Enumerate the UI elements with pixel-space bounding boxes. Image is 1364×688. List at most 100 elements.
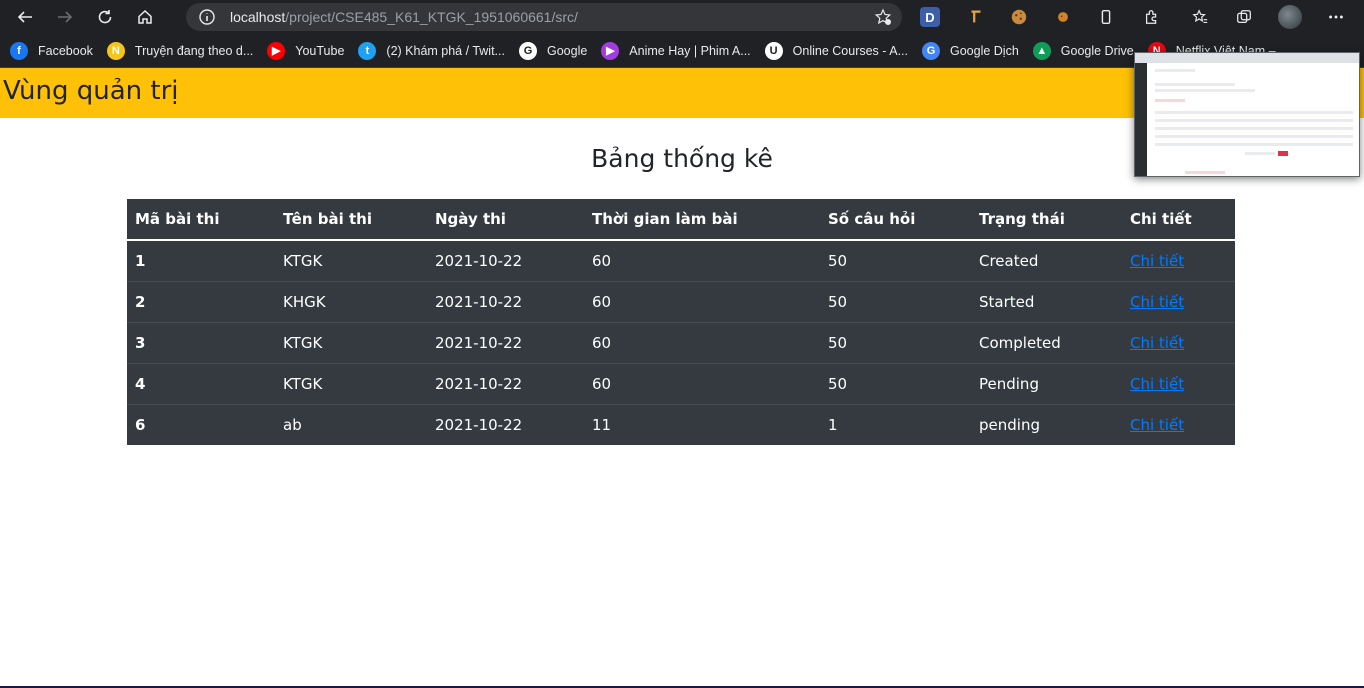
preview-sidebar [1135, 63, 1147, 176]
bookmark-label: Google Dịch [949, 43, 1019, 58]
back-button[interactable] [10, 2, 40, 32]
forward-button[interactable] [50, 2, 80, 32]
home-button[interactable] [130, 2, 160, 32]
extensions-puzzle-icon[interactable] [1142, 7, 1162, 27]
exam-date-cell: 2021-10-22 [427, 321, 584, 363]
bookmark-label: Google [546, 43, 588, 58]
bookmark-label: Facebook [38, 43, 93, 58]
profile-avatar[interactable] [1278, 5, 1302, 29]
preview-line [1155, 143, 1353, 146]
table-row: 1 KTGK 2021-10-22 60 50 Created Chi tiết [127, 240, 1235, 281]
detail-link[interactable]: Chi tiết [1130, 375, 1184, 393]
exam-date-cell: 2021-10-22 [427, 403, 584, 445]
google-drive-icon: ▲ [1032, 41, 1051, 60]
status-cell: pending [971, 403, 1122, 445]
twitter-icon: t [358, 41, 377, 60]
bookmark-item[interactable]: ▲ Google Drive [1032, 38, 1134, 64]
exam-id-cell: 2 [127, 280, 275, 322]
favorites-icon[interactable] [1190, 7, 1210, 27]
google-icon: G [518, 41, 537, 60]
detail-link[interactable]: Chi tiết [1130, 293, 1184, 311]
arrow-right-icon [58, 11, 73, 23]
detail-cell: Chi tiết [1122, 403, 1235, 445]
question-count-cell: 50 [820, 321, 971, 363]
exam-name-cell: KTGK [275, 321, 427, 363]
bookmark-item[interactable]: G Google [518, 38, 588, 64]
preview-line [1155, 83, 1235, 86]
exam-date-cell: 2021-10-22 [427, 362, 584, 404]
url-text: localhost/project/CSE485_K61_KTGK_195106… [230, 9, 578, 25]
detail-link[interactable]: Chi tiết [1130, 416, 1184, 434]
table-header-row: Mã bài thi Tên bài thi Ngày thi Thời gia… [127, 199, 1235, 241]
bookmark-item[interactable]: ▶ YouTube [267, 38, 344, 64]
status-cell: Started [971, 280, 1122, 322]
address-bar[interactable]: localhost/project/CSE485_K61_KTGK_195106… [186, 3, 902, 31]
bookmark-item[interactable]: U Online Courses - A... [764, 38, 908, 64]
question-count-cell: 50 [820, 280, 971, 322]
exam-name-cell: KTGK [275, 362, 427, 404]
url-path: /project/CSE485_K61_KTGK_1951060661/src/ [285, 9, 578, 25]
exam-name-cell: KHGK [275, 280, 427, 322]
detail-link[interactable]: Chi tiết [1130, 252, 1184, 270]
table-row: 6 ab 2021-10-22 11 1 pending Chi tiết [127, 403, 1235, 445]
detail-link[interactable]: Chi tiết [1130, 334, 1184, 352]
exam-statistics-table: Mã bài thi Tên bài thi Ngày thi Thời gia… [127, 199, 1235, 445]
facebook-icon: f [10, 41, 28, 60]
duration-cell: 60 [584, 362, 820, 404]
exam-name-cell: ab [275, 403, 427, 445]
cookie-small-extension-icon[interactable] [1053, 7, 1073, 27]
window-preview-thumbnail[interactable] [1134, 52, 1360, 177]
duration-cell: 60 [584, 321, 820, 363]
status-cell: Completed [971, 321, 1122, 363]
info-icon [199, 9, 215, 25]
reload-button[interactable] [90, 2, 120, 32]
question-count-cell: 50 [820, 362, 971, 404]
cookie-extension-icon[interactable] [1009, 7, 1029, 27]
arrow-left-icon [17, 11, 32, 23]
column-header-detail: Chi tiết [1122, 199, 1235, 241]
bookmark-item[interactable]: f Facebook [10, 38, 93, 64]
bookmark-item[interactable]: ▶ Anime Hay | Phim A... [601, 38, 751, 64]
bookmark-item[interactable]: N Truyện đang theo d... [106, 38, 254, 64]
url-host: localhost [230, 9, 286, 25]
play-icon: ▶ [601, 41, 620, 60]
udemy-icon: U [764, 41, 783, 60]
n-logo-icon: N [106, 41, 125, 60]
table-row: 3 KTGK 2021-10-22 60 50 Completed Chi tiết [127, 321, 1235, 363]
exam-id-cell: 6 [127, 403, 275, 445]
preview-line [1155, 69, 1195, 72]
bookmark-item[interactable]: G Google Dịch [921, 38, 1019, 64]
exam-id-cell: 1 [135, 251, 146, 270]
bookmark-label: Online Courses - A... [792, 43, 908, 58]
table-row: 4 KTGK 2021-10-22 60 50 Pending Chi tiết [127, 362, 1235, 404]
reload-icon [98, 10, 112, 24]
table-row: 2 KHGK 2021-10-22 60 50 Started Chi tiết [127, 280, 1235, 322]
bookmark-label: YouTube [295, 43, 345, 58]
extension-d-icon[interactable]: D [920, 7, 940, 27]
preview-line [1155, 119, 1353, 122]
preview-line [1155, 89, 1255, 92]
status-cell: Pending [971, 362, 1122, 404]
preview-line [1155, 127, 1353, 130]
phone-extension-icon[interactable] [1096, 7, 1116, 27]
preview-button [1278, 151, 1288, 156]
column-header-exam-date: Ngày thi [427, 199, 584, 241]
duration-cell: 60 [592, 251, 612, 270]
admin-title: Vùng quản trị [3, 76, 179, 106]
column-header-exam-name: Tên bài thi [275, 199, 427, 241]
duration-cell: 11 [584, 403, 820, 445]
more-options-icon[interactable] [1326, 7, 1346, 27]
bookmark-label: Truyện đang theo d... [134, 43, 254, 58]
column-header-status: Trạng thái [971, 199, 1122, 241]
bookmark-item[interactable]: t (2) Khám phá / Twit... [358, 38, 505, 64]
add-favorite-icon[interactable] [874, 8, 892, 26]
exam-name-cell: KTGK [283, 251, 323, 270]
detail-cell: Chi tiết [1122, 280, 1235, 322]
preview-line [1155, 135, 1353, 138]
detail-cell: Chi tiết [1122, 321, 1235, 363]
extension-tool-icon[interactable] [966, 7, 986, 27]
home-icon [138, 9, 152, 24]
collections-icon[interactable] [1234, 7, 1254, 27]
column-header-duration: Thời gian làm bài [584, 199, 820, 241]
detail-cell: Chi tiết [1122, 240, 1235, 281]
